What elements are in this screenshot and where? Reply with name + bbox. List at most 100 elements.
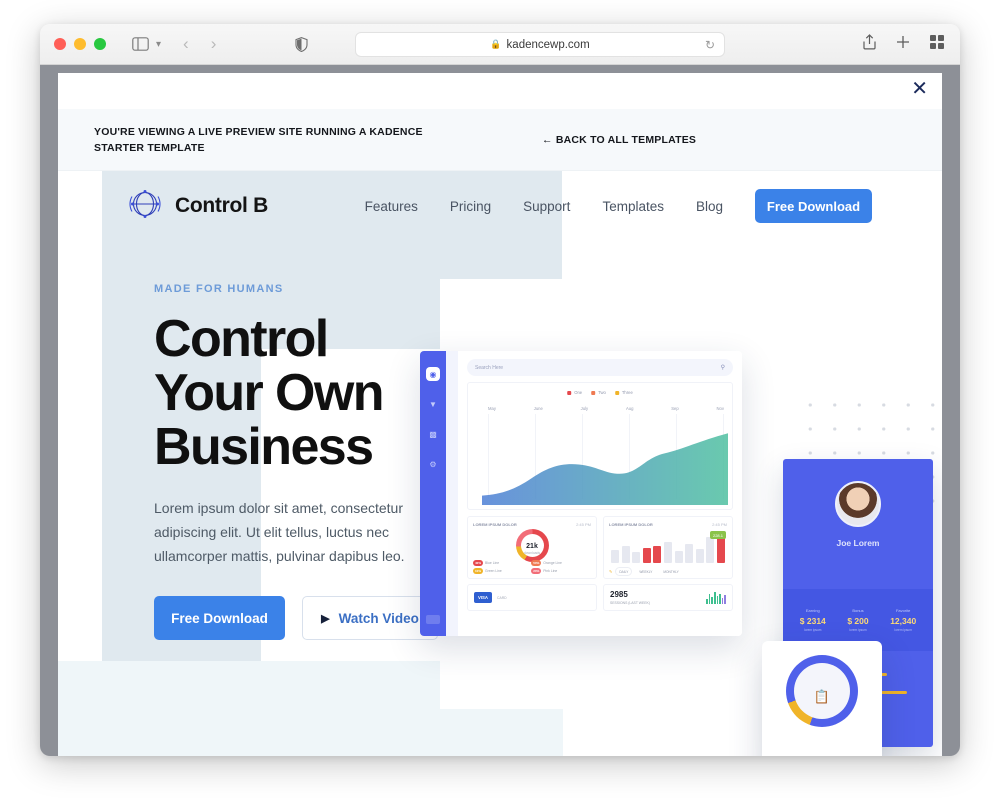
screen: ▾ ‹ › 🔒 kadencewp.com ↻ ✕ YOU'RE VIEWING… [0, 0, 1000, 810]
nav-item-support[interactable]: Support [523, 199, 570, 214]
dashboard-card-row-1: LOREM IPSUM DOLOR 2:45 PM 21k downloads … [467, 516, 733, 579]
browser-toolbar: ▾ ‹ › 🔒 kadencewp.com ↻ [40, 24, 960, 65]
donut-card-time: 2:45 PM [576, 522, 591, 527]
tab-overview-icon[interactable] [930, 34, 944, 54]
x-tick-july: July [580, 406, 589, 411]
minimize-window-button[interactable] [74, 38, 86, 50]
key-pct: 10% [473, 568, 484, 574]
dashboard-content: Search Here ⚲ One Two Three May June Jul… [458, 351, 742, 636]
pencil-icon: ✎ [609, 569, 613, 574]
key-label: Blue Line [485, 561, 500, 565]
analytics-icon[interactable]: ▩ [426, 427, 440, 441]
magnifier-icon[interactable]: ⚲ [721, 364, 725, 371]
sessions-sparkline [706, 591, 726, 604]
filter-icon[interactable]: ▼ [426, 397, 440, 411]
tab-daily[interactable]: DAILY [615, 567, 633, 576]
page-viewport: ✕ YOU'RE VIEWING A LIVE PREVIEW SITE RUN… [40, 65, 960, 756]
play-triangle-icon: ▶ [321, 612, 330, 625]
close-icon[interactable]: ✕ [911, 79, 928, 99]
progress-float-card: 📋 Done Process [762, 641, 882, 756]
stat-key: Earning [805, 608, 820, 613]
legend-item: One [567, 390, 582, 395]
stat-value: $ 2314 [799, 616, 826, 626]
key-pct: 20% [531, 568, 542, 574]
header-free-download-button[interactable]: Free Download [755, 189, 872, 223]
dashboard-mockup: ◉ ▼ ▩ ⚙ Search Here ⚲ One Two Three May … [420, 351, 933, 756]
privacy-shield-icon[interactable] [295, 36, 308, 52]
dashboard-icon[interactable]: ◉ [426, 367, 440, 381]
stat-key: Bonus [852, 608, 864, 613]
tab-monthly[interactable]: MONTHLY [659, 567, 682, 576]
overlay-close-bar: ✕ [58, 73, 942, 109]
chart-x-axis-labels: May June July Aug Sep Nov [488, 406, 724, 411]
hero-paragraph: Lorem ipsum dolor sit amet, consectetur … [154, 500, 405, 565]
clipboard-check-icon: 📋 [813, 689, 831, 704]
settings-icon[interactable]: ⚙ [426, 457, 440, 471]
window-controls[interactable] [54, 38, 106, 50]
donut-key: 10% Green Line [473, 568, 527, 574]
chart-legend: One Two Three [567, 390, 633, 395]
bars-card-title: LOREM IPSUM DOLOR [609, 522, 653, 527]
x-tick-june: June [533, 406, 543, 411]
lock-icon: 🔒 [490, 39, 502, 49]
site-header: Control B Features Pricing Support Templ… [58, 171, 942, 241]
hero-section: Control B Features Pricing Support Templ… [58, 171, 942, 756]
browser-window: ▾ ‹ › 🔒 kadencewp.com ↻ ✕ YOU'RE VIEWING… [40, 24, 960, 756]
visa-label: CARD [497, 595, 507, 600]
x-tick-nov: Nov [716, 406, 724, 411]
key-label: Orange Line [543, 561, 562, 565]
dashboard-search-input[interactable]: Search Here ⚲ [467, 359, 733, 376]
back-arrow-icon[interactable]: ‹ [183, 34, 189, 54]
stat-sub: lorem ipsum [849, 628, 867, 632]
profile-header: Joe Lorem [783, 459, 933, 589]
key-pct: 40% [473, 560, 484, 566]
avatar [835, 481, 881, 527]
stat-earning: Earning $ 2314 lorem ipsum [800, 608, 826, 632]
legend-item: Three [614, 390, 633, 395]
web-page: ✕ YOU'RE VIEWING A LIVE PREVIEW SITE RUN… [58, 73, 942, 756]
reload-icon[interactable]: ↻ [705, 38, 715, 52]
stat-bonus: Bonus $ 200 lorem ipsum [847, 608, 868, 632]
plus-icon[interactable] [896, 35, 910, 54]
donut-key: 50% Orange Line [531, 560, 585, 566]
nav-item-blog[interactable]: Blog [696, 199, 723, 214]
stat-key: Favorite [895, 608, 911, 613]
x-tick-may: May [488, 406, 496, 411]
mail-badge-icon[interactable] [426, 615, 440, 624]
hero-free-download-button[interactable]: Free Download [154, 596, 285, 641]
bars-card-time: 2:45 PM [712, 522, 727, 527]
donut-value-sub: downloads [523, 551, 541, 555]
legend-label-two: Two [598, 390, 606, 395]
toolbar-right-actions [863, 33, 944, 55]
share-icon[interactable] [863, 33, 876, 55]
forward-arrow-icon[interactable]: › [211, 34, 217, 54]
bars-tabs: ✎ DAILY WEEKLY MONTHLY [609, 567, 727, 576]
chevron-down-icon[interactable]: ▾ [156, 39, 161, 50]
maximize-window-button[interactable] [94, 38, 106, 50]
stat-sub: lorem ipsum [894, 628, 912, 632]
dashboard-area-chart: One Two Three May June July Aug Sep Nov [467, 382, 733, 510]
sidebar-toggle-icon[interactable] [132, 37, 149, 51]
stat-sub: lorem ipsum [804, 628, 822, 632]
nav-arrows[interactable]: ‹ › [183, 34, 216, 54]
address-bar[interactable]: 🔒 kadencewp.com ↻ [355, 32, 725, 57]
dashboard-sidebar: ◉ ▼ ▩ ⚙ [420, 351, 446, 636]
nav-item-templates[interactable]: Templates [602, 199, 664, 214]
donut-value: 21k [526, 543, 538, 550]
tab-weekly[interactable]: WEEKLY [635, 567, 656, 576]
sessions-value: 2985 [610, 589, 628, 599]
donut-key: 20% Pink Line [531, 568, 585, 574]
close-window-button[interactable] [54, 38, 66, 50]
watch-video-button[interactable]: ▶ Watch Video [302, 596, 438, 641]
logo-lockup[interactable]: Control B [128, 187, 268, 226]
brand-name: Control B [175, 194, 268, 217]
dashboard-window: ◉ ▼ ▩ ⚙ Search Here ⚲ One Two Three May … [420, 351, 742, 636]
dashboard-rail [446, 351, 458, 636]
back-to-templates-link[interactable]: ← BACK TO ALL TEMPLATES [542, 134, 696, 146]
nav-item-pricing[interactable]: Pricing [450, 199, 491, 214]
url-text: kadencewp.com [506, 38, 590, 51]
nav-item-features[interactable]: Features [365, 199, 418, 214]
visa-logo: VISA [474, 592, 492, 603]
stat-value: $ 200 [847, 616, 869, 626]
stat-value: 12,340 [890, 616, 917, 626]
